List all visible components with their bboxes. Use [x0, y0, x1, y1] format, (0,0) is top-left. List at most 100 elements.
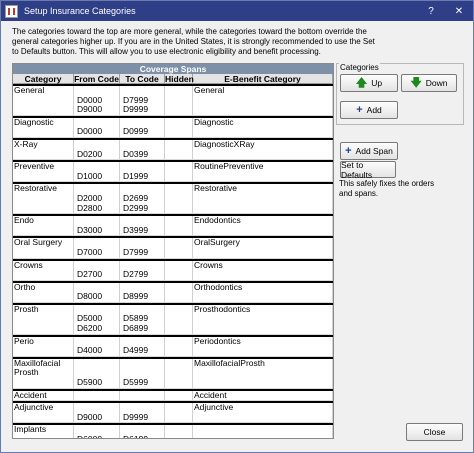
grid-header: Category From Code To Code Hidden E-Bene… — [13, 74, 333, 84]
table-row[interactable]: Endo D3000 D3999 Endodontics — [13, 214, 333, 237]
to-code-cell: D4999 — [120, 336, 165, 356]
to-code-cell: D7999 D9999 — [120, 86, 165, 115]
from-code-cell: D7000 — [74, 238, 120, 258]
up-button-label: Up — [371, 78, 383, 88]
category-cell: Diagnostic — [13, 117, 74, 137]
table-row[interactable]: Maxillofacial Prosth D5900 D5999 Maxillo… — [13, 356, 333, 389]
table-row[interactable]: Ortho D8000 D8999 Orthodontics — [13, 280, 333, 303]
to-code-cell: D6199 — [120, 425, 165, 439]
add-span-button[interactable]: + Add Span — [340, 142, 398, 160]
to-code-cell-line: D2999 — [123, 202, 149, 213]
hidden-cell — [165, 139, 193, 160]
table-row[interactable]: Perio D4000 D4999 Periodontics — [13, 334, 333, 357]
column-header-from-code[interactable]: From Code — [74, 74, 120, 84]
ebenefit-cell: Crowns — [193, 260, 333, 280]
ebenefit-cell: OralSurgery — [193, 238, 333, 258]
table-row[interactable]: Adjunctive D9000 D9999 Adjunctive — [13, 401, 333, 424]
close-window-button[interactable]: ✕ — [445, 1, 473, 21]
ebenefit-cell: Prosthodontics — [193, 304, 333, 334]
from-code-cell: D0000 — [74, 117, 120, 137]
hidden-cell — [165, 238, 193, 258]
column-header-hidden[interactable]: Hidden — [165, 74, 194, 84]
category-cell: Endo — [13, 216, 74, 236]
from-code-cell-line: D3000 — [77, 224, 103, 235]
arrow-up-icon: 🡅 — [355, 77, 368, 89]
hidden-cell — [165, 403, 193, 423]
column-header-ebenefit-category[interactable]: E-Benefit Category — [193, 74, 333, 84]
from-code-cell-line: D9000 — [77, 104, 103, 115]
grid-title: Coverage Spans — [13, 64, 333, 74]
ebenefit-cell: Accident — [193, 390, 333, 401]
up-button[interactable]: 🡅 Up — [340, 74, 398, 92]
to-code-cell-line — [121, 391, 164, 401]
category-cell: General — [13, 86, 74, 115]
from-code-cell: D1000 — [74, 162, 120, 182]
from-code-cell-line: D7000 — [77, 246, 103, 257]
to-code-cell-line: D9999 — [123, 411, 149, 422]
from-code-cell: D9000 — [74, 403, 120, 423]
category-cell: Oral Surgery — [13, 238, 74, 258]
from-code-cell-line: D8000 — [77, 291, 103, 302]
from-code-cell: D2700 — [74, 260, 120, 280]
hidden-cell — [165, 260, 193, 280]
down-button-label: Down — [425, 78, 448, 88]
to-code-cell-line: D4999 — [123, 345, 149, 356]
from-code-cell: D8000 — [74, 282, 120, 302]
plus-icon: + — [356, 104, 363, 116]
to-code-cell-line: D6199 — [123, 434, 149, 439]
table-row[interactable]: Diagnostic D0000 D0999 Diagnostic — [13, 115, 333, 138]
plus-icon: + — [345, 145, 352, 157]
ebenefit-cell: DiagnosticXRay — [193, 139, 333, 160]
set-to-defaults-button[interactable]: Set to Defaults — [340, 160, 396, 180]
table-row[interactable]: Prosth D5000 D6200 D5899 D6899 Prosthodont… — [13, 302, 333, 335]
from-code-cell: D2000 D2800 — [74, 184, 120, 214]
from-code-cell: D3000 — [74, 216, 120, 236]
to-code-cell-line: D0399 — [123, 148, 149, 159]
table-row[interactable]: Crowns D2700 D2799 Crowns — [13, 258, 333, 281]
to-code-cell-line: D5999 — [123, 377, 149, 388]
ebenefit-cell: General — [193, 86, 333, 115]
from-code-cell — [74, 390, 120, 401]
title-bar: Setup Insurance Categories ? ✕ — [1, 1, 473, 21]
category-cell: Ortho — [13, 282, 74, 302]
table-row[interactable]: General D0000 D9000 D7999 D9999 General — [13, 84, 333, 116]
table-row[interactable]: Implants D6000 D6199 — [13, 423, 333, 439]
add-category-button[interactable]: + Add — [340, 101, 398, 119]
to-code-cell: D2799 — [120, 260, 165, 280]
ebenefit-cell — [193, 425, 333, 438]
table-row[interactable]: Restorative D2000 D2800 D2699 D2999 Restor… — [13, 182, 333, 215]
from-code-cell: D5900 — [74, 358, 120, 388]
help-button[interactable]: ? — [417, 1, 445, 21]
category-cell: Prosth — [13, 304, 74, 334]
to-code-cell-line: D3999 — [123, 224, 149, 235]
table-row[interactable]: Accident Accident — [13, 388, 333, 402]
from-code-cell-line: D0200 — [77, 148, 103, 159]
coverage-spans-grid[interactable]: Coverage Spans Category From Code To Cod… — [12, 63, 334, 439]
to-code-cell-line: D8999 — [123, 291, 149, 302]
from-code-cell: D5000 D6200 — [74, 304, 120, 334]
hidden-cell — [165, 184, 193, 214]
close-button[interactable]: Close — [406, 423, 463, 441]
from-code-cell: D0200 — [74, 139, 120, 160]
from-code-cell-line: D2700 — [77, 269, 103, 280]
category-cell: Accident — [13, 390, 74, 401]
to-code-cell: D5899 D6899 — [120, 304, 165, 334]
ebenefit-cell: Orthodontics — [193, 282, 333, 302]
categories-group-label: Categories — [339, 63, 380, 72]
from-code-cell: D6000 — [74, 425, 120, 438]
table-row[interactable]: X-Ray D0200 D0399 DiagnosticXRay — [13, 137, 333, 161]
app-icon — [5, 4, 18, 18]
instructions-text: The categories toward the top are more g… — [12, 27, 375, 56]
table-row[interactable]: Oral Surgery D7000 D7999 OralSurgery — [13, 236, 333, 259]
column-header-to-code[interactable]: To Code — [120, 74, 165, 84]
grid-rows: General D0000 D9000 D7999 D9999 General Dia… — [13, 84, 333, 439]
table-row[interactable]: Preventive D1000 D1999 RoutinePreventive — [13, 160, 333, 183]
dialog-window: Setup Insurance Categories ? ✕ The categ… — [0, 0, 474, 453]
column-header-category[interactable]: Category — [13, 74, 74, 84]
to-code-cell: D8999 — [120, 282, 165, 302]
hidden-cell — [165, 117, 193, 137]
from-code-cell-line: D0000 — [77, 126, 103, 137]
to-code-cell: D7999 — [120, 238, 165, 258]
down-button[interactable]: 🡇 Down — [401, 74, 457, 92]
category-cell: Preventive — [13, 162, 74, 182]
